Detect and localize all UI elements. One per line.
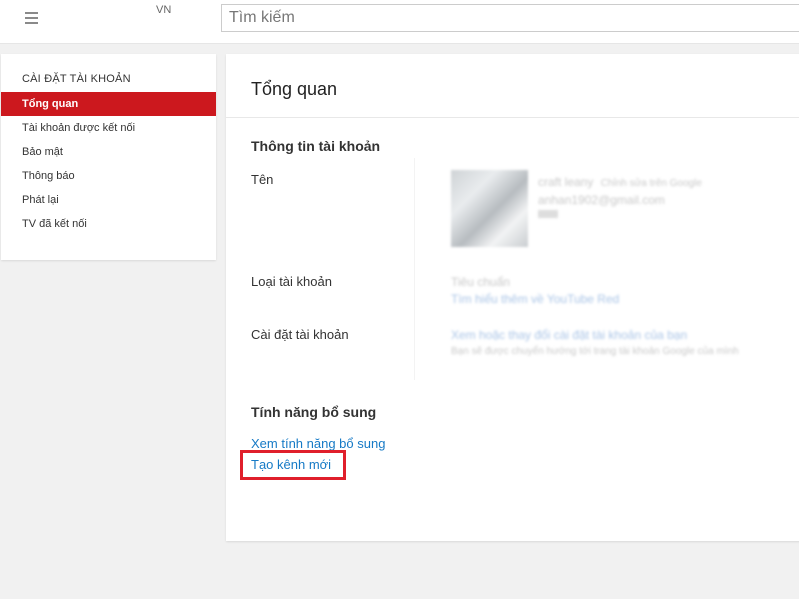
email-value: anhan1902@gmail.com [538,193,665,207]
sidebar-item-playback[interactable]: Phát lại [1,188,216,212]
blurred-extra [538,210,558,218]
sidebar-item-overview[interactable]: Tổng quan [1,92,216,116]
name-label: Tên [251,172,274,187]
sidebar-item-connected-accounts[interactable]: Tài khoản được kết nối [1,116,216,140]
change-settings-link[interactable]: Xem hoặc thay đổi cài đặt tài khoản của … [451,328,687,342]
sidebar-item-connected-tv[interactable]: TV đã kết nối [1,212,216,236]
account-type-value: Tiêu chuẩn [451,275,510,289]
page-title: Tổng quan [251,79,338,99]
youtube-red-link[interactable]: Tìm hiểu thêm về YouTube Red [451,292,619,306]
features-heading: Tính năng bổ sung [251,404,377,420]
name-text: craft leany [538,175,594,189]
search-input[interactable] [221,4,799,32]
sidebar-nav: Tổng quan Tài khoản được kết nối Bảo mật… [1,92,216,236]
account-settings-label: Cài đặt tài khoản [251,327,349,342]
view-features-link[interactable]: Xem tính năng bổ sung [251,436,385,451]
avatar [451,170,528,247]
column-divider [414,158,415,380]
account-type-label: Loại tài khoản [251,274,332,289]
name-value: craft leany Chỉnh sửa trên Google [538,175,702,189]
hamburger-menu-icon[interactable] [25,12,38,24]
edit-on-google-link[interactable]: Chỉnh sửa trên Google [601,178,702,189]
sidebar-item-notifications[interactable]: Thông báo [1,164,216,188]
create-channel-highlight [240,450,346,480]
redirect-note: Bạn sẽ được chuyển hướng tới trang tài k… [451,346,739,357]
title-divider [226,117,799,118]
sidebar-heading: CÀI ĐẶT TÀI KHOẢN [22,73,131,85]
sidebar-item-security[interactable]: Bảo mật [1,140,216,164]
account-settings-sidebar: CÀI ĐẶT TÀI KHOẢN Tổng quan Tài khoản đư… [1,54,216,260]
account-info-heading: Thông tin tài khoản [251,138,381,154]
top-bar: VN [0,0,799,44]
region-code: VN [156,4,172,16]
